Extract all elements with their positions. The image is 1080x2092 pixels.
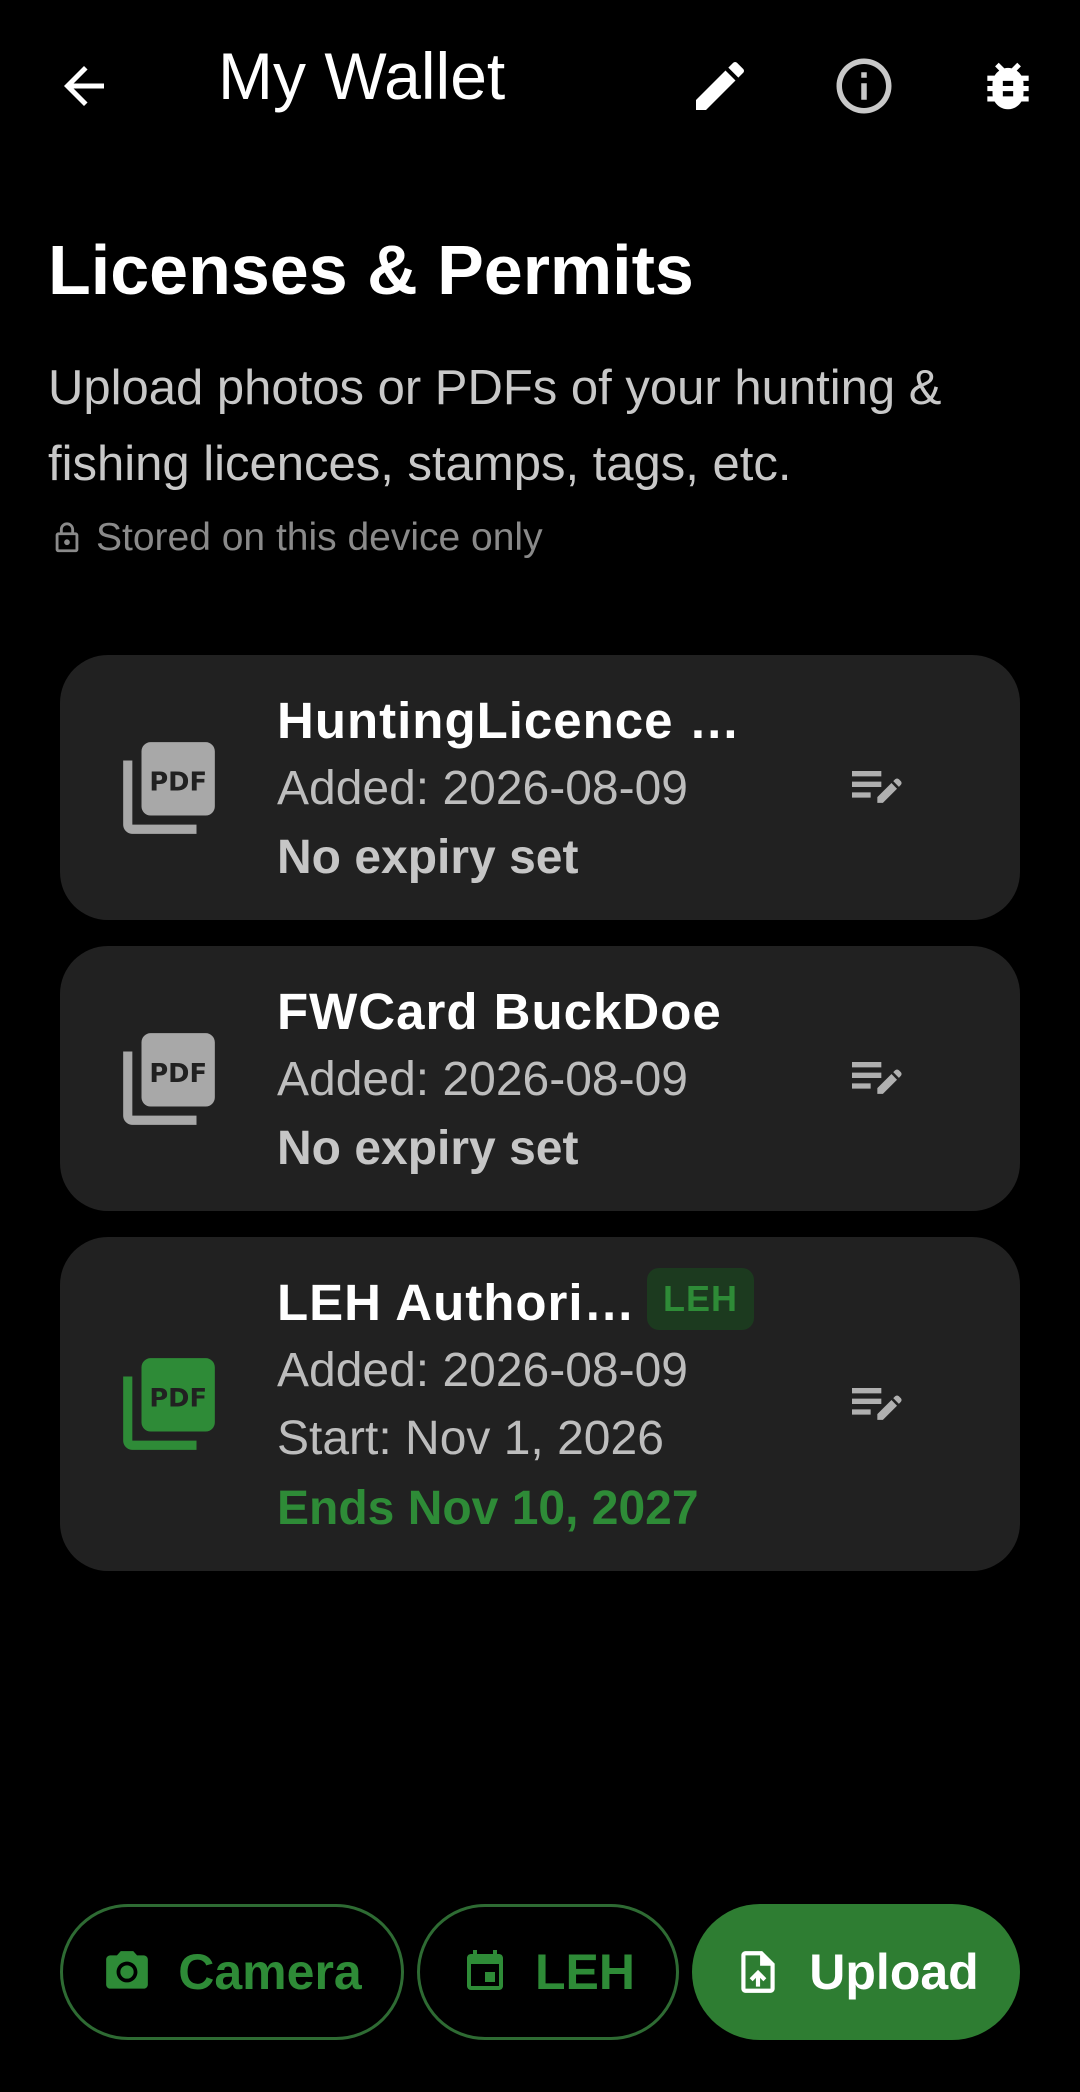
storage-note: Stored on this device only xyxy=(50,516,543,560)
upload-button[interactable]: Upload xyxy=(692,1904,1020,2040)
leh-button-label: LEH xyxy=(535,1944,635,2000)
info-icon xyxy=(836,58,892,114)
edit-button[interactable] xyxy=(680,46,760,126)
document-added: Added: 2026-08-09 xyxy=(277,1053,688,1106)
edit-notes-icon[interactable] xyxy=(844,1046,908,1110)
camera-button-label: Camera xyxy=(178,1944,362,2000)
back-button[interactable] xyxy=(44,46,124,126)
upload-file-icon xyxy=(741,1951,775,1993)
bug-icon xyxy=(987,62,1029,110)
pdf-icon: PDF xyxy=(123,1033,215,1125)
debug-button[interactable] xyxy=(968,46,1048,126)
document-added: Added: 2026-08-09 xyxy=(277,762,688,815)
calendar-icon xyxy=(467,1950,503,1990)
document-ends: Ends Nov 10, 2027 xyxy=(277,1482,699,1535)
page-title: My Wallet xyxy=(218,39,506,113)
document-name: FWCard BuckDoe xyxy=(277,983,722,1040)
svg-text:PDF: PDF xyxy=(149,1384,207,1414)
upload-button-label: Upload xyxy=(809,1944,979,2000)
leh-badge: LEH xyxy=(647,1268,754,1330)
document-expiry: No expiry set xyxy=(277,831,579,884)
info-button[interactable] xyxy=(824,46,904,126)
document-added: Added: 2026-08-09 xyxy=(277,1344,688,1397)
svg-text:PDF: PDF xyxy=(149,768,207,798)
camera-button[interactable]: Camera xyxy=(60,1904,404,2040)
pdf-icon: PDF xyxy=(123,742,215,834)
svg-text:PDF: PDF xyxy=(149,1059,207,1089)
document-name: HuntingLicence … xyxy=(277,692,741,749)
leh-button[interactable]: LEH xyxy=(417,1904,679,2040)
document-start: Start: Nov 1, 2026 xyxy=(277,1412,664,1465)
arrow-back-icon xyxy=(64,66,104,106)
camera-icon xyxy=(106,1951,149,1989)
document-expiry: No expiry set xyxy=(277,1122,579,1175)
section-heading: Licenses & Permits xyxy=(48,231,694,309)
section-description: Upload photos or PDFs of your hunting & … xyxy=(48,361,942,491)
pencil-icon xyxy=(696,61,745,110)
storage-note-text: Stored on this device only xyxy=(96,516,543,559)
document-card[interactable]: PDF HuntingLicence … Added: 2026-08-09 N… xyxy=(60,655,1020,920)
edit-notes-icon[interactable] xyxy=(844,1372,908,1436)
lock-icon xyxy=(55,522,79,553)
document-card[interactable]: PDF FWCard BuckDoe Added: 2026-08-09 No … xyxy=(60,946,1020,1211)
pdf-icon: PDF xyxy=(123,1358,215,1450)
document-name: LEH Authori… xyxy=(277,1274,636,1331)
edit-notes-icon[interactable] xyxy=(844,755,908,819)
document-card[interactable]: PDF LEH Authori… LEH Added: 2026-08-09 S… xyxy=(60,1237,1020,1571)
